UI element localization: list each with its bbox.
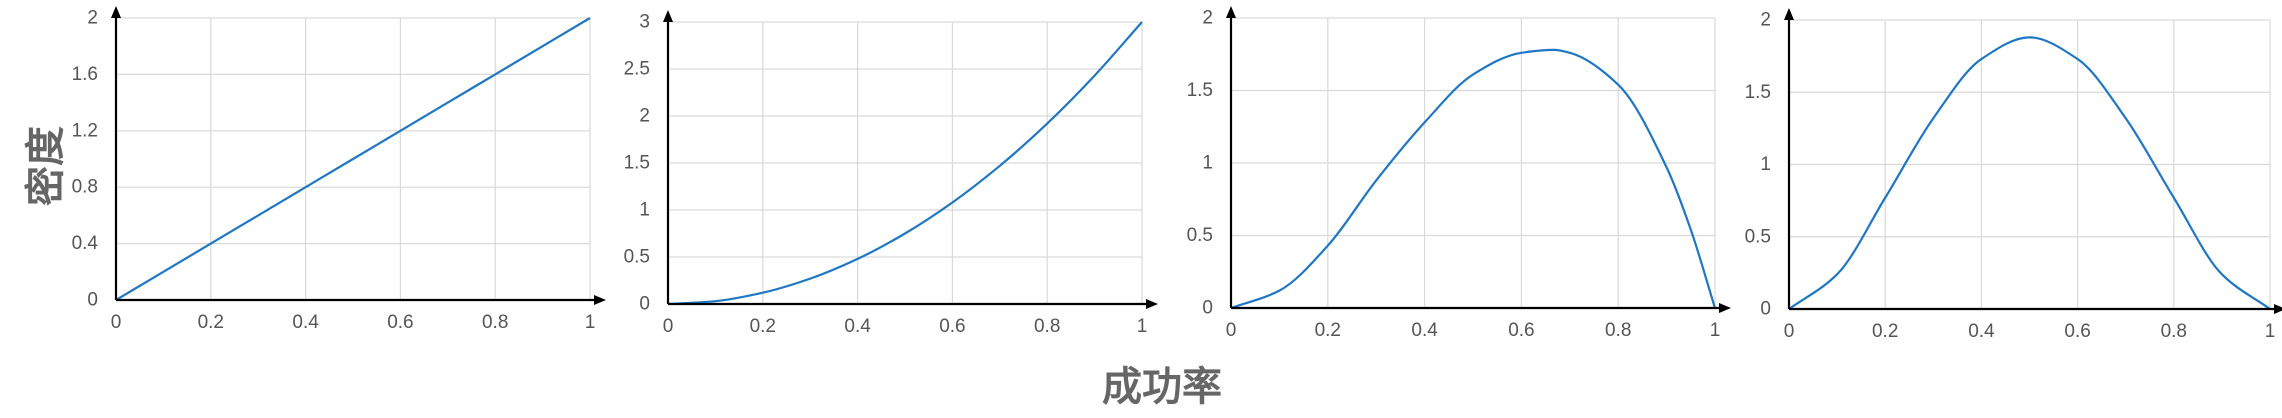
y-tick-label: 1 bbox=[1202, 153, 1213, 174]
y-tick-label: 1.5 bbox=[1187, 80, 1213, 101]
x-tick-label: 0.6 bbox=[387, 312, 413, 333]
y-tick-label: 1 bbox=[639, 200, 650, 221]
charts-container: 0 0.2 0.4 0.6 0.8 1 0 0.4 0.8 1.2 1.6 2 0 0.2 0.4 0.6 0.… bbox=[72, 6, 2282, 342]
x-tick-label: 0 bbox=[111, 312, 122, 333]
series-line bbox=[1788, 36, 2271, 310]
y-tick-label: 0.5 bbox=[1745, 226, 1771, 247]
y-tick-label: 2.5 bbox=[624, 59, 650, 80]
x-tick-label: 0.4 bbox=[844, 316, 871, 337]
y-tick-label: 0 bbox=[87, 290, 98, 311]
y-tick-label: 0.5 bbox=[1187, 225, 1213, 246]
y-tick-label: 0.5 bbox=[624, 247, 650, 268]
x-axis-arrow bbox=[594, 295, 606, 305]
y-tick-label: 1.5 bbox=[1745, 82, 1771, 103]
y-tick-label: 0 bbox=[1202, 298, 1213, 319]
x-tick-label: 1 bbox=[2265, 321, 2276, 342]
x-axis-arrow bbox=[1719, 303, 1731, 313]
y-tick-label: 0.4 bbox=[72, 233, 99, 254]
y-tick-label: 1.5 bbox=[624, 153, 650, 174]
y-tick-label: 0 bbox=[1760, 299, 1771, 320]
y-tick-label: 1 bbox=[1760, 154, 1771, 175]
x-tick-label: 0.4 bbox=[1968, 321, 1995, 342]
y-axis-arrow bbox=[1784, 8, 1794, 20]
y-tick-label: 3 bbox=[639, 12, 650, 33]
x-tick-label: 1 bbox=[585, 312, 596, 333]
x-axis-arrow bbox=[1146, 299, 1158, 309]
series-line bbox=[115, 17, 591, 301]
chart-1: 0 0.2 0.4 0.6 0.8 1 0 0.4 0.8 1.2 1.6 2 bbox=[72, 6, 606, 333]
x-tick-label: 1 bbox=[1710, 320, 1721, 341]
y-tick-label: 0.8 bbox=[72, 177, 98, 198]
x-tick-label: 0.6 bbox=[1508, 320, 1534, 341]
x-axis-arrow bbox=[2274, 304, 2282, 314]
x-tick-label: 0.6 bbox=[939, 316, 965, 337]
x-tick-label: 0 bbox=[1226, 320, 1237, 341]
y-tick-label: 1.6 bbox=[72, 64, 98, 85]
x-tick-label: 0.8 bbox=[1605, 320, 1631, 341]
x-tick-label: 0.2 bbox=[1872, 321, 1898, 342]
y-axis-arrow bbox=[663, 10, 673, 22]
x-tick-label: 0 bbox=[1784, 321, 1795, 342]
y-axis-arrow bbox=[1226, 6, 1236, 18]
x-tick-label: 0.2 bbox=[198, 312, 224, 333]
y-tick-label: 2 bbox=[1760, 10, 1771, 31]
x-tick-label: 0.8 bbox=[1034, 316, 1060, 337]
y-tick-label: 2 bbox=[87, 8, 98, 29]
y-tick-label: 2 bbox=[1202, 8, 1213, 29]
chart-2: 0 0.2 0.4 0.6 0.8 1 0 0.5 1 1.5 2 2.5 3 bbox=[624, 10, 1158, 337]
figure: 密度 成功率 0 0.2 0.4 0.6 0.8 100.40.81.21.620 0.2 0… bbox=[23, 6, 2282, 410]
y-axis-arrow bbox=[111, 6, 121, 18]
x-tick-label: 0.8 bbox=[2161, 321, 2187, 342]
y-tick-label: 2 bbox=[639, 106, 650, 127]
y-tick-label: 1.2 bbox=[72, 120, 98, 141]
x-tick-label: 0.8 bbox=[482, 312, 508, 333]
x-tick-label: 0.2 bbox=[1315, 320, 1341, 341]
x-tick-label: 1 bbox=[1137, 316, 1148, 337]
y-axis-title: 密度 bbox=[23, 126, 69, 206]
x-tick-label: 0.4 bbox=[292, 312, 319, 333]
chart-4: 0 0.2 0.4 0.6 0.8 1 0 0.5 1 1.5 2 bbox=[1745, 8, 2282, 342]
y-tick-label: 0 bbox=[639, 294, 650, 315]
x-tick-label: 0.4 bbox=[1411, 320, 1438, 341]
chart-3: 0 0.2 0.4 0.6 0.8 1 0 0.5 1 1.5 2 bbox=[1187, 6, 1731, 341]
x-axis-title: 成功率 bbox=[1102, 364, 1222, 410]
x-tick-label: 0 bbox=[663, 316, 674, 337]
series-line bbox=[1230, 48, 1717, 310]
x-tick-label: 0.6 bbox=[2064, 321, 2090, 342]
x-tick-label: 0.2 bbox=[750, 316, 776, 337]
